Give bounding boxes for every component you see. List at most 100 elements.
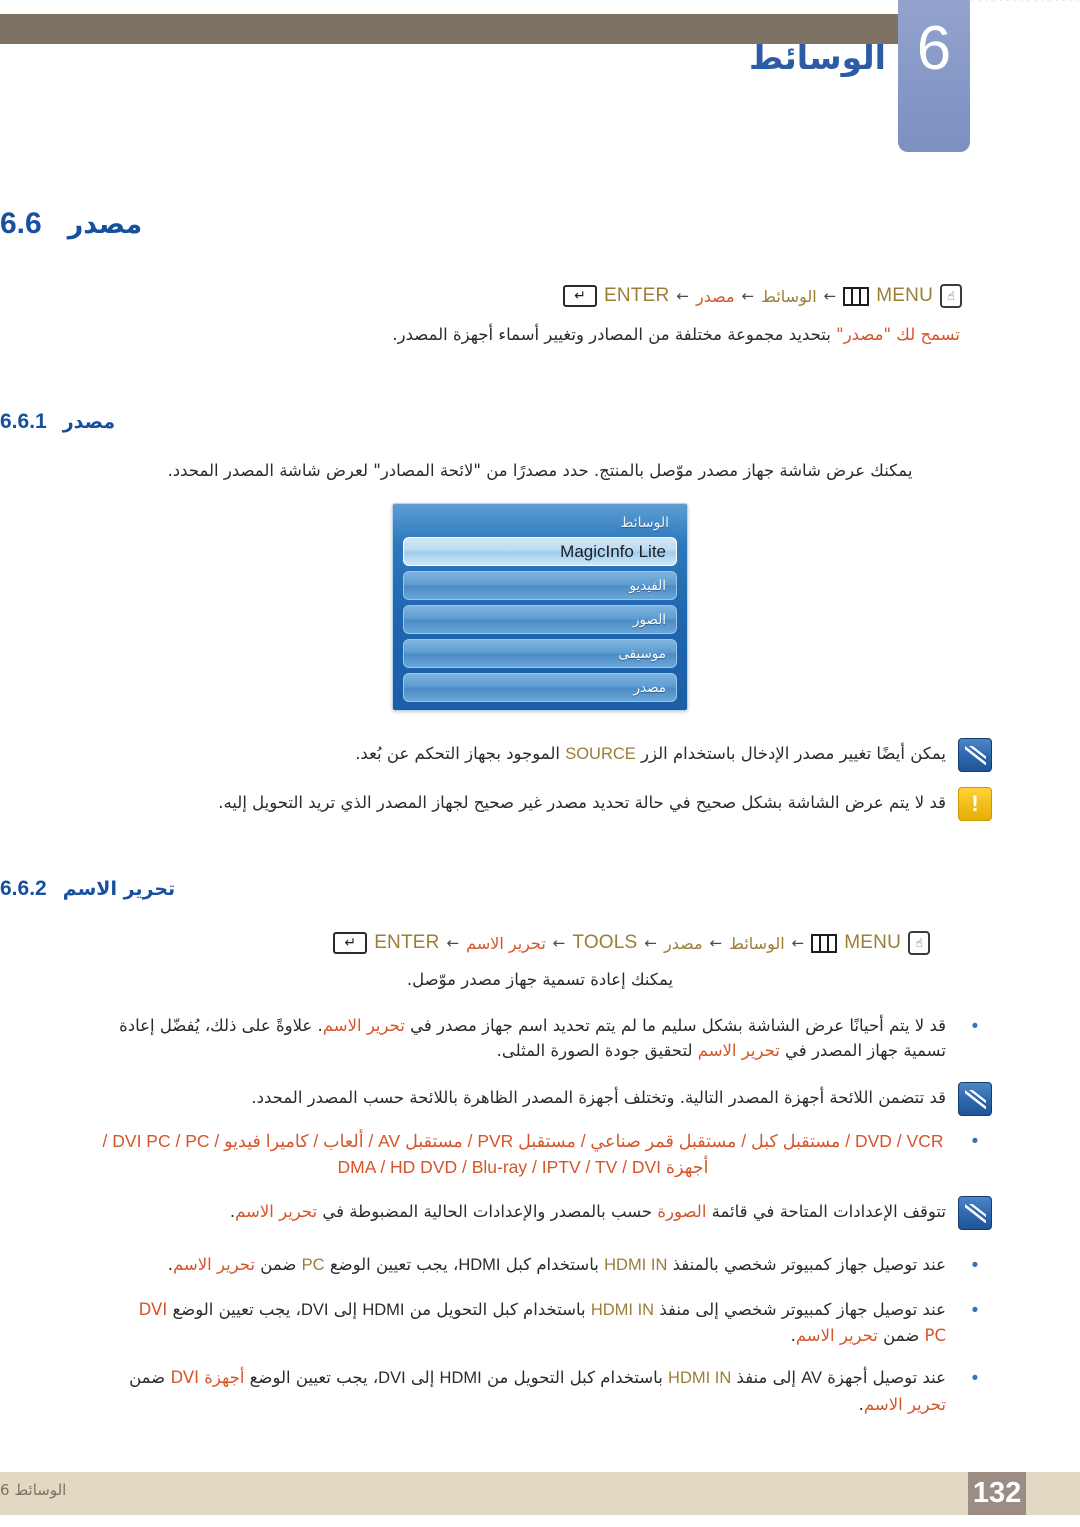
b-e: ضمن — [877, 1326, 925, 1346]
hand-pointer-icon: ☝ — [908, 931, 930, 956]
page-content: 6.6 مصدر ☝ MENU ← الوسائط ← مصدر ← ENTER… — [0, 160, 1080, 1417]
bullet-term-edit-name-2: تحرير الاسم — [697, 1041, 780, 1061]
note-info-icon — [958, 738, 992, 773]
subsection-1-title: مصدر — [62, 410, 116, 433]
footer-chapter-label: الوسائط 6 — [0, 1481, 960, 1499]
osd-item-label: موسيقى — [618, 645, 666, 662]
breadcrumb-menu-label: MENU — [876, 285, 933, 306]
b-d: إلى — [405, 1367, 440, 1387]
subsection-2-title: تحرير الاسم — [62, 878, 176, 901]
osd-item-music[interactable]: موسيقى — [403, 639, 677, 669]
b-c: باستخدام كبل التحويل من — [481, 1367, 669, 1387]
note-text-a: تتوقف الإعدادات المتاحة في قائمة — [706, 1202, 946, 1222]
bullet-term-edit-name-1: تحرير الاسم — [322, 1015, 405, 1035]
note-source-key: SOURCE — [565, 745, 636, 764]
enter-key-icon: ↵ — [333, 932, 368, 955]
bullet-hdmi-pc-text: عند توصيل جهاز كمبيوتر شخصي بالمنفذ HDMI… — [120, 1252, 946, 1279]
section-number: 6.6 — [0, 207, 42, 240]
breadcrumb-edit-name: ☝ MENU ← الوسائط ← مصدر ← TOOLS ← تحرير … — [0, 931, 930, 956]
breadcrumb-step-4: تحرير الاسم — [466, 933, 546, 953]
subsection-heading-edit-name: 6.6.2 تحرير الاسم — [0, 877, 962, 901]
note-picture-settings-text: تتوقف الإعدادات المتاحة في قائمة الصورة … — [110, 1196, 946, 1225]
enter-key-icon: ↵ — [563, 285, 598, 307]
note-device-list-intro: قد تتضمن اللائحة أجهزة المصدر التالية. و… — [100, 1081, 992, 1116]
note-term-picture: الصورة — [657, 1202, 707, 1222]
osd-item-label: الفيديو — [629, 577, 666, 594]
osd-title: الوسائط — [620, 515, 669, 532]
hand-pointer-icon: ☝ — [940, 284, 962, 308]
breadcrumb-step-1: الوسائط — [761, 286, 817, 306]
section-description-highlight: تسمح لك "مصدر" — [836, 325, 960, 344]
breadcrumb-arrow-1: ← — [791, 934, 805, 953]
device-av: AV — [801, 1368, 823, 1387]
breadcrumb-step-2: مصدر — [664, 933, 703, 953]
breadcrumb-arrow-2: ← — [709, 934, 723, 953]
breadcrumb-arrow-4: ← — [552, 934, 566, 953]
b-a: عند توصيل جهاز كمبيوتر شخصي إلى منفذ — [654, 1299, 946, 1319]
b-a: عند توصيل أجهزة — [822, 1367, 946, 1387]
bullet-text-a: قد لا يتم أحيانًا عرض الشاشة بشكل سليم م… — [404, 1015, 946, 1035]
chapter-number: 6 — [916, 14, 952, 83]
bullet-hdmi-dvi-pc-text: عند توصيل جهاز كمبيوتر شخصي إلى منفذ HDM… — [120, 1297, 946, 1349]
page-number-box: 132 — [968, 1472, 1026, 1515]
device-list-block: DVD / VCR / مستقبل كبل / مستقبل قمر صناع… — [100, 1128, 946, 1181]
osd-item-label: الصور — [632, 611, 666, 628]
chapter-tab: 6 — [898, 0, 970, 152]
note-info-icon — [958, 1196, 992, 1231]
b-b: باستخدام كبل التحويل من — [404, 1299, 591, 1319]
cable-dvi: DVI — [378, 1368, 406, 1387]
note-text-b: الموجود بجهاز التحكم عن بُعد. — [355, 744, 566, 764]
bullet-point-icon: • — [971, 1255, 979, 1277]
bullet-point-icon: • — [971, 1015, 979, 1037]
b-c: ، يجب تعيين الوضع — [324, 1255, 459, 1275]
bullet-hdmi-dvi-av-text: عند توصيل أجهزة AV إلى منفذ HDMI IN باست… — [120, 1365, 946, 1417]
cable-dvi: DVI — [300, 1300, 329, 1319]
term-edit-name: تحرير الاسم — [172, 1255, 256, 1275]
b-e: ، يجب تعيين الوضع — [244, 1367, 379, 1387]
osd-item-magicinfo-lite[interactable]: MagicInfo Lite — [403, 537, 677, 567]
osd-media-menu: الوسائط MagicInfo Lite الفيديو الصور موس… — [392, 503, 688, 712]
note-device-list-intro-text: قد تتضمن اللائحة أجهزة المصدر التالية. و… — [251, 1087, 946, 1107]
footer-chapter-text: الوسائط 6 — [0, 1481, 67, 1499]
osd-item-label: مصدر — [633, 679, 666, 696]
note-term-edit-name: تحرير الاسم — [235, 1202, 318, 1222]
port-hdmi-in: HDMI IN — [590, 1300, 655, 1319]
bullet-edit-name-quality: • قد لا يتم أحيانًا عرض الشاشة بشكل سليم… — [110, 1013, 992, 1064]
note-source-button: يمكن أيضًا تغيير مصدر الإدخال باستخدام ا… — [100, 738, 992, 773]
b-b: باستخدام كبل — [500, 1255, 605, 1275]
b-d: ، يجب تعيين الوضع — [167, 1299, 301, 1319]
caution-icon: ! — [958, 787, 992, 822]
term-edit-name: تحرير الاسم — [795, 1326, 878, 1346]
b-c: إلى — [328, 1299, 363, 1319]
bullet-text-c: لتحقيق جودة الصورة المثلى. — [496, 1041, 698, 1061]
mode-pc: PC — [301, 1256, 325, 1275]
term-edit-name: تحرير الاسم — [863, 1394, 946, 1414]
b-f: ضمن — [129, 1367, 171, 1387]
breadcrumb-arrow-1: ← — [823, 287, 837, 305]
page-header: الوسائط 6 — [0, 0, 1080, 160]
section-heading-source: 6.6 مصدر — [0, 207, 1000, 241]
osd-item-source[interactable]: مصدر — [403, 673, 677, 703]
device-list-line-2: أجهزة DMA / HD DVD / Blu-ray / IPTV / TV… — [337, 1157, 709, 1178]
bullet-point-icon: • — [971, 1130, 979, 1152]
osd-item-photos[interactable]: الصور — [403, 605, 677, 635]
breadcrumb-enter-label: ENTER — [374, 932, 440, 954]
note-wrong-source-warning: ! قد لا يتم عرض الشاشة بشكل صحيح في حالة… — [100, 787, 992, 822]
bullet-hdmi-pc: • عند توصيل جهاز كمبيوتر شخصي بالمنفذ HD… — [120, 1252, 992, 1281]
bullet-hdmi-dvi-av: • عند توصيل أجهزة AV إلى منفذ HDMI IN با… — [120, 1365, 992, 1417]
page-footer: الوسائط 6 132 — [0, 1472, 1080, 1527]
menu-bars-icon — [811, 933, 838, 953]
breadcrumb-enter-label: ENTER — [604, 285, 670, 306]
bullet-hdmi-dvi-pc: • عند توصيل جهاز كمبيوتر شخصي إلى منفذ H… — [120, 1297, 992, 1349]
chapter-title: الوسائط — [749, 38, 886, 77]
osd-item-video[interactable]: الفيديو — [403, 571, 677, 601]
port-hdmi-in: HDMI IN — [604, 1256, 668, 1275]
subsection-1-paragraph: يمكنك عرض شاشة جهاز مصدر موّصل بالمنتج. … — [167, 460, 913, 480]
b-b: إلى منفذ — [731, 1367, 802, 1387]
note-wrong-source-text: قد لا يتم عرض الشاشة بشكل صحيح في حالة ت… — [218, 793, 946, 813]
breadcrumb-arrow-5: ← — [446, 934, 460, 953]
bullet-edit-name-quality-text: قد لا يتم أحيانًا عرض الشاشة بشكل سليم م… — [110, 1013, 946, 1064]
subsection-2-number: 6.6.2 — [0, 877, 47, 901]
b-a: عند توصيل جهاز كمبيوتر شخصي بالمنفذ — [667, 1255, 946, 1275]
cable-hdmi: HDMI — [439, 1368, 482, 1387]
